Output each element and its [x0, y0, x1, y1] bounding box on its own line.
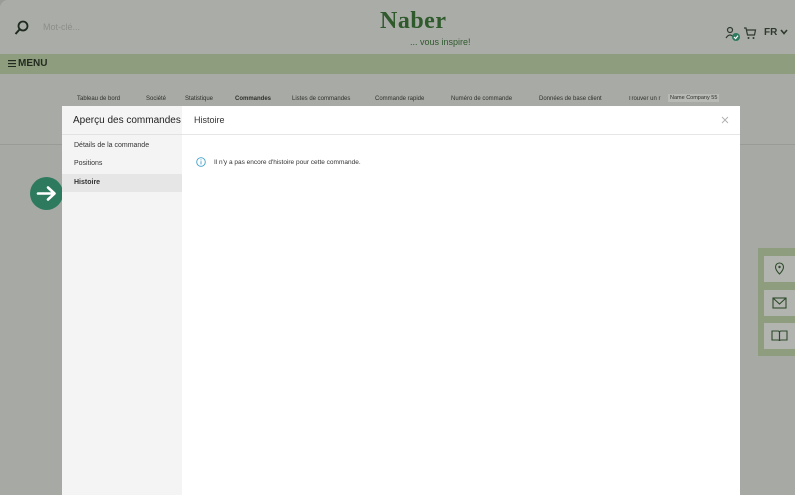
order-overview-modal: Aperçu des commandes Détails de la comma… [62, 106, 740, 495]
mail-icon [772, 297, 787, 309]
cart-icon[interactable] [743, 26, 757, 40]
nav-statistics[interactable]: Statistique [185, 96, 213, 102]
close-icon[interactable] [721, 116, 729, 124]
sidebar-item-label: Histoire [74, 179, 101, 186]
modal-title: Histoire [194, 115, 225, 125]
sidebar-item-order-details[interactable]: Détails de la commande [62, 137, 182, 155]
logo-tagline: ... vous inspire! [410, 37, 471, 47]
logo-wordmark: Naber [380, 8, 447, 34]
modal-sidebar: Aperçu des commandes Détails de la comma… [62, 106, 182, 495]
search-icon[interactable] [14, 20, 30, 36]
nav-customer-data[interactable]: Données de base client [539, 96, 602, 102]
sidebar-item-label: Détails de la commande [74, 142, 150, 149]
catalog-button[interactable] [764, 323, 795, 349]
mail-button[interactable] [764, 290, 795, 316]
info-icon [196, 157, 206, 167]
sidebar-item-label: Positions [74, 160, 103, 167]
user-icon[interactable] [725, 26, 741, 42]
sidebar-item-history[interactable]: Histoire [62, 174, 182, 192]
nav-orders[interactable]: Commandes [235, 96, 271, 102]
divider [62, 134, 182, 135]
menu-bar [0, 54, 795, 74]
language-selector[interactable]: FR [764, 27, 777, 38]
nav-quick-order[interactable]: Commande rapide [375, 96, 424, 102]
nav-company[interactable]: Société [146, 96, 166, 102]
divider [182, 134, 740, 135]
chevron-down-icon[interactable] [780, 29, 788, 35]
nav-find[interactable]: Trouver un r [628, 96, 668, 102]
menu-label[interactable]: MENU [18, 58, 47, 69]
modal-sidebar-title: Aperçu des commandes [73, 115, 181, 126]
naber-logo[interactable]: Naber ... vous inspire! [380, 8, 471, 50]
location-icon [774, 262, 785, 275]
arrow-right-icon [36, 186, 56, 201]
nav-order-number[interactable]: Numéro de commande [451, 96, 512, 102]
location-button[interactable] [764, 256, 795, 282]
empty-history-message: Il n'y a pas encore d'histoire pour cett… [214, 159, 361, 166]
sidebar-item-positions[interactable]: Positions [62, 155, 182, 173]
company-name[interactable]: Name Company 55 [668, 94, 720, 102]
next-arrow-button[interactable] [30, 177, 63, 210]
page-frame: Mot-clé... Naber ... vous inspire! FR ME… [0, 0, 795, 495]
book-icon [771, 330, 788, 342]
search-input[interactable]: Mot-clé... [43, 22, 80, 32]
hamburger-icon[interactable] [8, 60, 16, 67]
nav-order-lists[interactable]: Listes de commandes [292, 96, 350, 102]
nav-dashboard[interactable]: Tableau de bord [77, 96, 120, 102]
